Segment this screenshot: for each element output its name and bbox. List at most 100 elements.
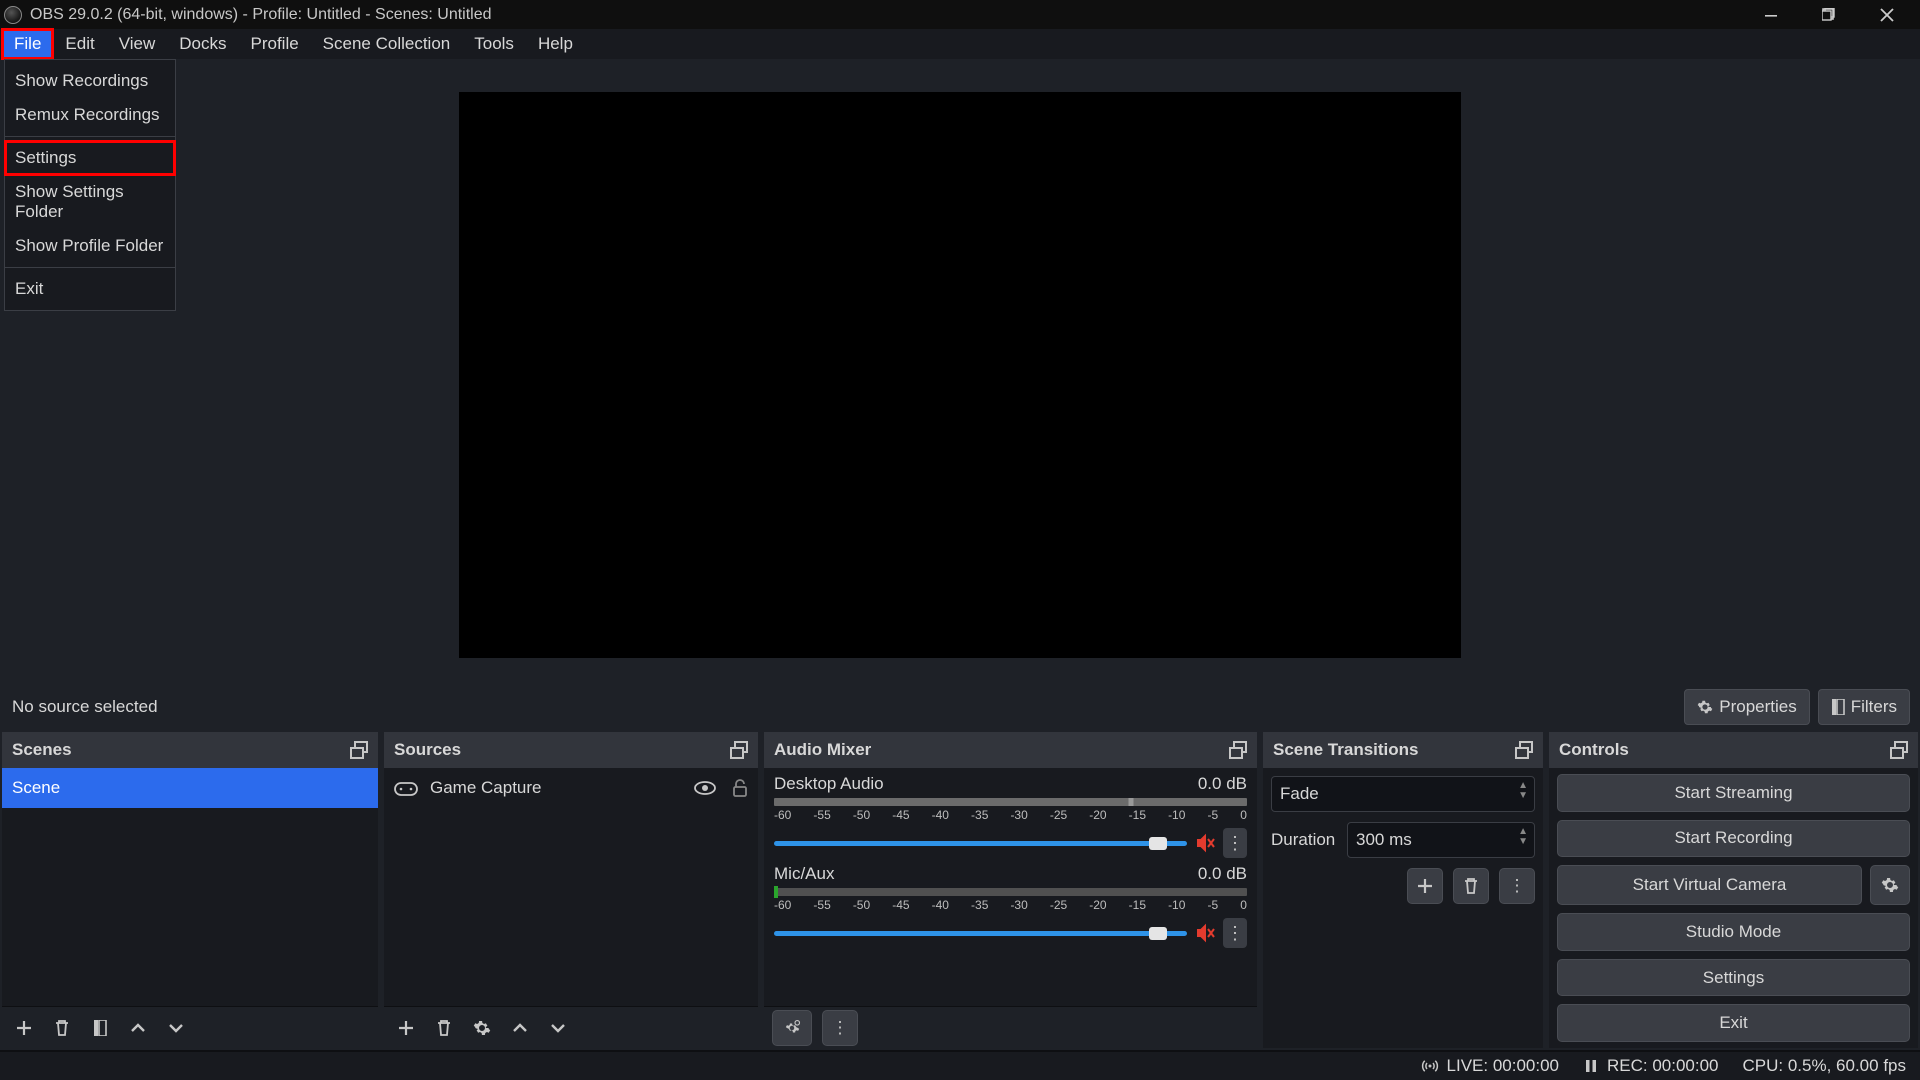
start-recording-button[interactable]: Start Recording: [1557, 820, 1910, 858]
lock-toggle[interactable]: [732, 779, 748, 797]
no-source-label: No source selected: [10, 697, 158, 717]
status-cpu: CPU: 0.5%, 60.00 fps: [1743, 1056, 1906, 1076]
sources-header[interactable]: Sources: [384, 732, 758, 768]
studio-mode-button[interactable]: Studio Mode: [1557, 913, 1910, 951]
tick: -5: [1207, 808, 1218, 822]
duration-input[interactable]: 300 ms ▲▼: [1347, 822, 1535, 858]
menu-view[interactable]: View: [107, 29, 168, 59]
sources-footer: [384, 1006, 758, 1048]
audio-mixer-body: Desktop Audio 0.0 dB -60-55-50-45-40-35-…: [764, 768, 1257, 1006]
audio-options-button[interactable]: ⋮: [1223, 828, 1247, 858]
scene-item[interactable]: Scene: [2, 768, 378, 808]
transition-select[interactable]: Fade ▲▼: [1271, 776, 1535, 812]
add-scene-button[interactable]: [10, 1014, 38, 1042]
file-exit[interactable]: Exit: [5, 272, 175, 306]
visibility-toggle[interactable]: [694, 780, 716, 796]
audio-advanced-button[interactable]: [772, 1010, 812, 1046]
menu-docks[interactable]: Docks: [167, 29, 238, 59]
controls-header[interactable]: Controls: [1549, 732, 1918, 768]
audio-channel-mic: Mic/Aux 0.0 dB -60-55-50-45-40-35-30-25-…: [764, 858, 1257, 948]
preview-canvas[interactable]: [459, 92, 1461, 658]
audio-volume-slider[interactable]: [774, 931, 1187, 936]
scenes-title: Scenes: [12, 740, 72, 760]
preview-area[interactable]: [0, 59, 1920, 682]
tick: -5: [1207, 898, 1218, 912]
audio-volume-slider[interactable]: [774, 841, 1187, 846]
transition-properties-button[interactable]: ⋮: [1499, 868, 1535, 904]
tick: -35: [971, 898, 988, 912]
audio-channel-name: Desktop Audio: [774, 774, 884, 794]
move-source-down-button[interactable]: [544, 1014, 572, 1042]
scenes-header[interactable]: Scenes: [2, 732, 378, 768]
menu-tools[interactable]: Tools: [462, 29, 526, 59]
mute-button[interactable]: [1195, 923, 1215, 943]
file-menu-dropdown: Show Recordings Remux Recordings Setting…: [4, 59, 176, 311]
file-show-recordings[interactable]: Show Recordings: [5, 64, 175, 98]
move-scene-down-button[interactable]: [162, 1014, 190, 1042]
settings-button[interactable]: Settings: [1557, 959, 1910, 997]
transitions-header[interactable]: Scene Transitions: [1263, 732, 1543, 768]
file-show-profile-folder[interactable]: Show Profile Folder: [5, 229, 175, 263]
mute-button[interactable]: [1195, 833, 1215, 853]
menu-edit[interactable]: Edit: [53, 29, 106, 59]
add-transition-button[interactable]: [1407, 868, 1443, 904]
popout-icon[interactable]: [1515, 741, 1533, 759]
audio-options-button[interactable]: ⋮: [1223, 918, 1247, 948]
tick: -25: [1050, 898, 1067, 912]
move-scene-up-button[interactable]: [124, 1014, 152, 1042]
filters-label: Filters: [1851, 697, 1897, 717]
file-settings[interactable]: Settings: [5, 141, 175, 175]
exit-button[interactable]: Exit: [1557, 1004, 1910, 1042]
audio-mixer-header[interactable]: Audio Mixer: [764, 732, 1257, 768]
filters-icon: [1831, 699, 1845, 715]
sources-list[interactable]: Game Capture: [384, 768, 758, 1006]
transition-value: Fade: [1280, 784, 1319, 804]
audio-channel-db: 0.0 dB: [1198, 864, 1247, 884]
audio-ticks: -60-55-50-45-40-35-30-25-20-15-10-50: [774, 808, 1247, 822]
filters-button[interactable]: Filters: [1818, 689, 1910, 725]
source-properties-button[interactable]: [468, 1014, 496, 1042]
tick: -10: [1168, 898, 1185, 912]
popout-icon[interactable]: [1229, 741, 1247, 759]
tick: -50: [853, 898, 870, 912]
virtual-camera-settings-button[interactable]: [1870, 865, 1910, 905]
remove-source-button[interactable]: [430, 1014, 458, 1042]
scene-filters-button[interactable]: [86, 1014, 114, 1042]
properties-button[interactable]: Properties: [1684, 689, 1809, 725]
file-remux-recordings[interactable]: Remux Recordings: [5, 98, 175, 132]
maximize-button[interactable]: [1800, 0, 1858, 29]
source-toolbar: No source selected Properties Filters: [0, 682, 1920, 732]
close-button[interactable]: [1858, 0, 1916, 29]
window-controls: [1742, 0, 1916, 29]
tick: -20: [1089, 898, 1106, 912]
tick: -40: [932, 898, 949, 912]
start-streaming-button[interactable]: Start Streaming: [1557, 774, 1910, 812]
menu-scene-collection[interactable]: Scene Collection: [311, 29, 463, 59]
remove-transition-button[interactable]: [1453, 868, 1489, 904]
tick: -15: [1129, 808, 1146, 822]
audio-menu-button[interactable]: ⋮: [822, 1010, 858, 1046]
transitions-title: Scene Transitions: [1273, 740, 1419, 760]
move-source-up-button[interactable]: [506, 1014, 534, 1042]
transitions-dock: Scene Transitions Fade ▲▼ Duration 300 m…: [1263, 732, 1543, 1048]
titlebar: OBS 29.0.2 (64-bit, windows) - Profile: …: [0, 0, 1920, 29]
tick: -15: [1129, 898, 1146, 912]
tick: -35: [971, 808, 988, 822]
popout-icon[interactable]: [350, 741, 368, 759]
menu-file[interactable]: File: [2, 29, 53, 59]
menu-separator: [5, 136, 175, 137]
popout-icon[interactable]: [1890, 741, 1908, 759]
menu-profile[interactable]: Profile: [238, 29, 310, 59]
remove-scene-button[interactable]: [48, 1014, 76, 1042]
tick: -50: [853, 808, 870, 822]
sources-title: Sources: [394, 740, 461, 760]
menu-help[interactable]: Help: [526, 29, 585, 59]
minimize-button[interactable]: [1742, 0, 1800, 29]
add-source-button[interactable]: [392, 1014, 420, 1042]
status-rec-text: REC: 00:00:00: [1607, 1056, 1719, 1076]
file-show-settings-folder[interactable]: Show Settings Folder: [5, 175, 175, 229]
source-item[interactable]: Game Capture: [384, 768, 758, 808]
popout-icon[interactable]: [730, 741, 748, 759]
start-virtual-camera-button[interactable]: Start Virtual Camera: [1557, 865, 1862, 905]
scenes-list[interactable]: Scene: [2, 768, 378, 1006]
